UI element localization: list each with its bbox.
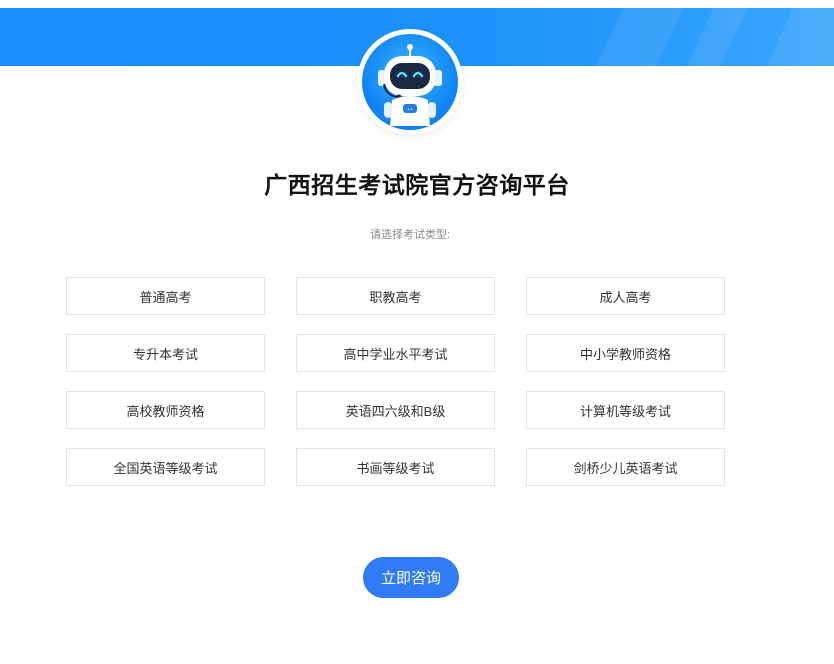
robot-icon: •• (362, 34, 458, 130)
exam-option-calligraphy[interactable]: 书画等级考试 (296, 448, 495, 486)
exam-option-cambridge-yle[interactable]: 剑桥少儿英语考试 (526, 448, 725, 486)
svg-text:••: •• (407, 107, 413, 113)
consult-now-button[interactable]: 立即咨询 (363, 557, 459, 598)
exam-option-xueye-shuiping[interactable]: 高中学业水平考试 (296, 334, 495, 372)
exam-type-grid: 普通高考 职教高考 成人高考 专升本考试 高中学业水平考试 中小学教师资格 高校… (66, 277, 726, 486)
avatar: •• (357, 29, 463, 135)
consult-page: •• 广西招生考试院官方咨询平台 请选择考试类型: 普通高考 职教高考 成人高考… (0, 0, 834, 664)
exam-option-chengren-gaokao[interactable]: 成人高考 (526, 277, 725, 315)
exam-option-putong-gaokao[interactable]: 普通高考 (66, 277, 265, 315)
exam-option-zhongxiaoxue-jiaoshi[interactable]: 中小学教师资格 (526, 334, 725, 372)
exam-option-zhijiao-gaokao[interactable]: 职教高考 (296, 277, 495, 315)
page-title: 广西招生考试院官方咨询平台 (264, 172, 570, 198)
exam-option-gaoxiao-jiaoshi[interactable]: 高校教师资格 (66, 391, 265, 429)
exam-option-zhuanshengben[interactable]: 专升本考试 (66, 334, 265, 372)
exam-option-cet[interactable]: 英语四六级和B级 (296, 391, 495, 429)
exam-option-computer-level[interactable]: 计算机等级考试 (526, 391, 725, 429)
exam-option-pets[interactable]: 全国英语等级考试 (66, 448, 265, 486)
exam-type-prompt: 请选择考试类型: (369, 229, 451, 241)
